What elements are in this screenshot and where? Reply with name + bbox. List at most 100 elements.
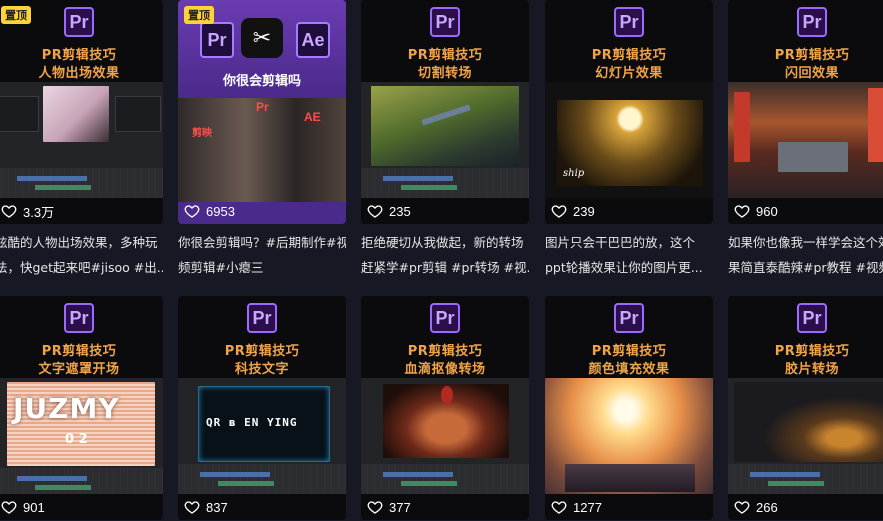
description-line: 赶紧学#pr剪辑 #pr转场 #视... — [361, 260, 529, 275]
like-count: 266 — [734, 497, 778, 517]
cover-thumbnail — [728, 378, 883, 494]
cover-title: PR剪辑技巧 — [224, 344, 300, 359]
like-count: 239 — [551, 201, 595, 221]
premiere-logo-icon: Pr — [64, 7, 94, 37]
description-line: 炫酷的人物出场效果，多种玩 — [0, 235, 158, 250]
premiere-logo-icon: Pr — [614, 303, 644, 333]
like-count-value: 960 — [756, 203, 778, 219]
cover-title: PR剪辑技巧 — [591, 48, 667, 63]
cover-subtitle: 血滴抠像转场 — [404, 362, 486, 377]
like-count-value: 235 — [389, 203, 411, 219]
cover-banner-text: 你很会剪辑吗 — [222, 74, 301, 89]
like-count-value: 901 — [23, 499, 45, 515]
video-description[interactable]: 拒绝硬切从我做起，新的转场 赶紧学#pr剪辑 #pr转场 #视... — [361, 230, 529, 280]
cover-subtitle: 人物出场效果 — [38, 66, 120, 81]
like-count: 901 — [1, 497, 45, 517]
cover-title: PR剪辑技巧 — [41, 344, 117, 359]
video-cover[interactable]: Pr PR剪辑技巧 文字遮罩开场 JUZMY 0 2 901 — [0, 296, 163, 520]
like-count: 235 — [367, 201, 411, 221]
cover-thumbnail — [545, 378, 713, 494]
video-description[interactable]: 如果你也像我一样学会这个效 果简直泰酷辣#pr教程 #视频... — [728, 230, 883, 280]
video-cover[interactable]: Pr PR剪辑技巧 血滴抠像转场 377 — [361, 296, 529, 520]
premiere-logo-icon: Pr — [614, 7, 644, 37]
capcut-logo-icon: ✂ — [241, 18, 283, 58]
premiere-logo-icon: Pr — [200, 22, 234, 58]
cover-thumbnail: QR ʙ EN YING — [178, 378, 346, 494]
small-ae-label: AE — [304, 110, 321, 124]
heart-icon — [734, 501, 750, 514]
premiere-logo-icon: Pr — [247, 303, 277, 333]
video-cover[interactable]: Pr ✂ Ae 你很会剪辑吗 剪映 Pr AE 置顶 6953 — [178, 0, 346, 224]
description-line: 如果你也像我一样学会这个效 — [728, 235, 883, 250]
heart-icon — [367, 501, 383, 514]
premiere-logo-icon: Pr — [64, 303, 94, 333]
video-cover[interactable]: Pr PR剪辑技巧 科技文字 QR ʙ EN YING 837 — [178, 296, 346, 520]
cover-title: PR剪辑技巧 — [407, 48, 483, 63]
pinned-badge: 置顶 — [1, 6, 31, 24]
cover-subtitle: 切割转场 — [417, 66, 472, 81]
pinned-badge: 置顶 — [184, 6, 214, 24]
cover-thumbnail: 剪映 Pr AE — [178, 98, 346, 202]
video-cover[interactable]: Pr PR剪辑技巧 胶片转场 266 — [728, 296, 883, 520]
description-line: 法，快get起来吧#jisoo #出... — [0, 260, 163, 275]
video-description[interactable]: 炫酷的人物出场效果，多种玩 法，快get起来吧#jisoo #出... — [0, 230, 163, 280]
like-count-value: 6953 — [206, 203, 235, 219]
premiere-logo-icon: Pr — [797, 7, 827, 37]
cover-thumbnail — [0, 82, 163, 198]
description-line: 频剪辑#小瘪三 — [178, 260, 264, 275]
premiere-logo-icon: Pr — [797, 303, 827, 333]
cover-subtitle: 闪回效果 — [784, 66, 839, 81]
like-count-value: 3.3万 — [23, 204, 55, 220]
like-count-value: 837 — [206, 499, 228, 515]
cover-subtitle: 文字遮罩开场 — [38, 362, 120, 377]
cover-title: PR剪辑技巧 — [774, 48, 850, 63]
heart-icon — [734, 205, 750, 218]
cover-title: PR剪辑技巧 — [774, 344, 850, 359]
description-line: 果简直泰酷辣#pr教程 #视频... — [728, 260, 883, 275]
like-count: 6953 — [184, 201, 235, 221]
video-description[interactable]: 你很会剪辑吗？#后期制作#视 频剪辑#小瘪三 — [178, 230, 346, 280]
cover-thumbnail — [361, 82, 529, 198]
like-count-value: 266 — [756, 499, 778, 515]
premiere-logo-icon: Pr — [430, 303, 460, 333]
description-line: 你很会剪辑吗？#后期制作#视 — [178, 235, 346, 250]
like-count-value: 377 — [389, 499, 411, 515]
like-count: 960 — [734, 201, 778, 221]
overlay-tech-text: QR ʙ EN YING — [206, 416, 298, 429]
overlay-number: 0 2 — [65, 432, 88, 447]
heart-icon — [1, 205, 17, 218]
heart-icon — [367, 205, 383, 218]
like-count: 837 — [184, 497, 228, 517]
like-count-value: 239 — [573, 203, 595, 219]
cover-title: PR剪辑技巧 — [41, 48, 117, 63]
description-line: 图片只会干巴巴的放，这个 — [545, 235, 696, 250]
capcut-tag: 剪映 — [192, 128, 212, 139]
heart-icon — [184, 205, 200, 218]
like-count: 3.3万 — [1, 201, 54, 221]
overlay-title: JUZMY — [13, 392, 120, 425]
like-count-value: 1277 — [573, 499, 602, 515]
heart-icon — [184, 501, 200, 514]
cover-subtitle: 科技文字 — [234, 362, 289, 377]
cover-thumbnail: ship — [545, 82, 713, 198]
like-count: 377 — [367, 497, 411, 517]
video-cover[interactable]: Pr PR剪辑技巧 闪回效果 960 — [728, 0, 883, 224]
small-pr-label: Pr — [256, 100, 269, 114]
video-cover[interactable]: Pr PR剪辑技巧 人物出场效果 置顶 3.3万 — [0, 0, 163, 224]
premiere-logo-icon: Pr — [430, 7, 460, 37]
cover-subtitle: 颜色填充效果 — [588, 362, 670, 377]
description-line: 拒绝硬切从我做起，新的转场 — [361, 235, 524, 250]
heart-icon — [551, 501, 567, 514]
cover-subtitle: 幻灯片效果 — [595, 66, 663, 81]
description-line: ppt轮播效果让你的图片更... — [545, 260, 703, 275]
video-cover[interactable]: Pr PR剪辑技巧 幻灯片效果 ship 239 — [545, 0, 713, 224]
video-cover[interactable]: Pr PR剪辑技巧 切割转场 235 — [361, 0, 529, 224]
heart-icon — [551, 205, 567, 218]
cover-title: PR剪辑技巧 — [407, 344, 483, 359]
cover-thumbnail — [361, 378, 529, 494]
video-description[interactable]: 图片只会干巴巴的放，这个 ppt轮播效果让你的图片更... — [545, 230, 713, 280]
cover-thumbnail — [728, 82, 883, 198]
video-cover[interactable]: Pr PR剪辑技巧 颜色填充效果 1277 — [545, 296, 713, 520]
video-grid: Pr PR剪辑技巧 人物出场效果 置顶 3.3万 炫酷的人物出场效果，多种玩 法… — [0, 0, 883, 521]
after-effects-logo-icon: Ae — [296, 22, 330, 58]
